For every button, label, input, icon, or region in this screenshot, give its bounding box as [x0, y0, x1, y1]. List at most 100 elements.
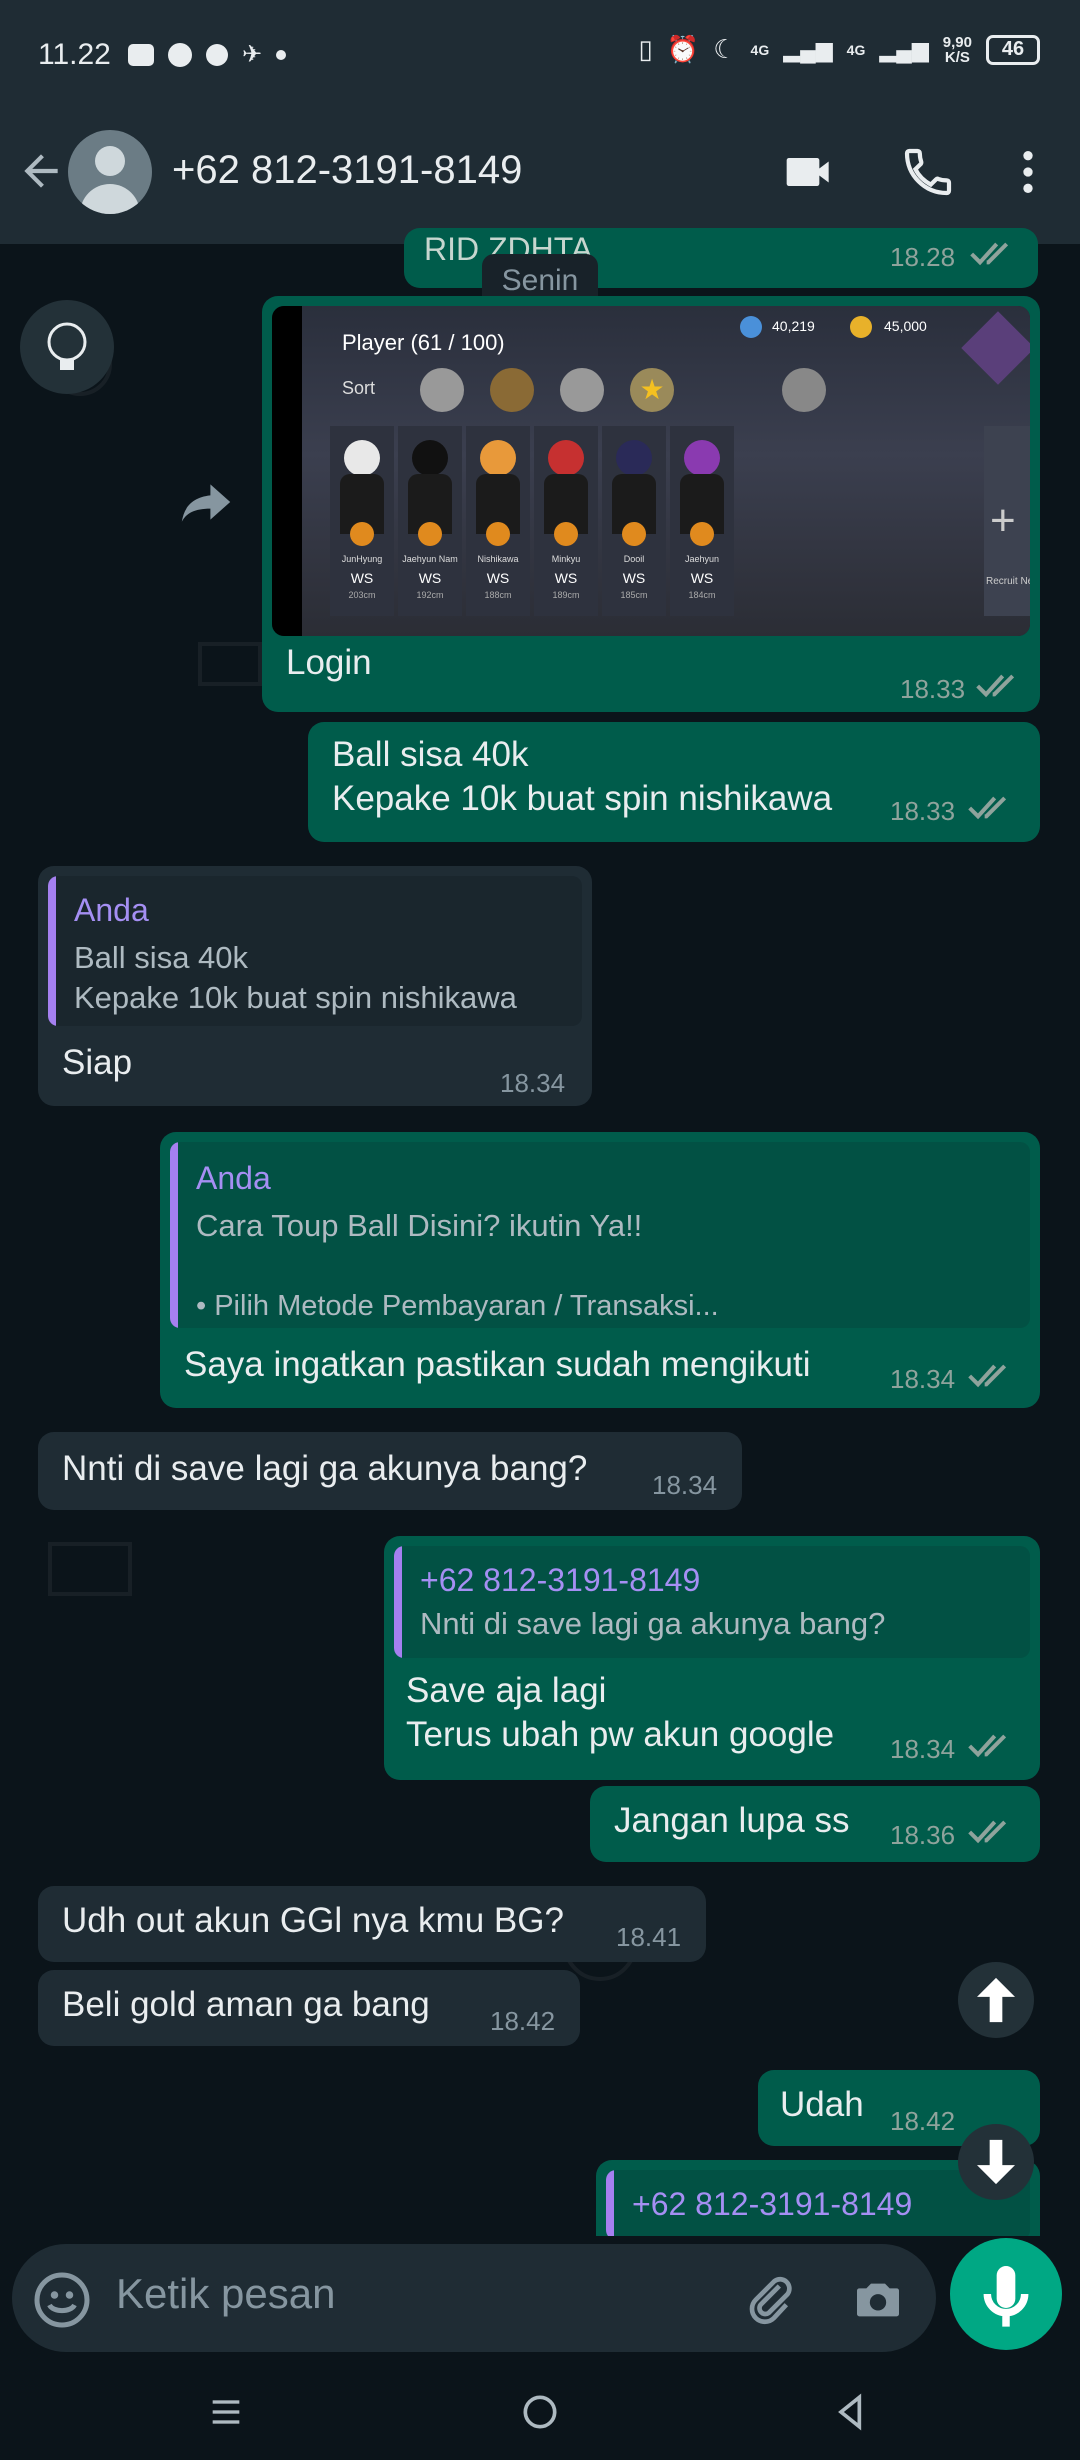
quote-line-2: • Pilih Metode Pembayaran / Transaksi...	[196, 1290, 719, 1322]
vibrate-icon: ▯	[638, 34, 653, 64]
double-check-icon	[968, 1820, 1007, 1844]
message-bubble[interactable]: Jangan lupa ss 18.36	[590, 1786, 1040, 1862]
message-input-placeholder: Ketik pesan	[116, 2270, 336, 2317]
sort-refresh-icon	[420, 368, 464, 412]
quote-bar	[48, 876, 56, 1026]
mic-icon	[983, 2266, 1029, 2327]
player-position: WS	[486, 570, 510, 586]
message-time: 18.36	[890, 1820, 956, 1850]
notification-icons: ✈	[128, 40, 287, 69]
message-time: 18.28	[890, 242, 956, 272]
message-bubble-incoming[interactable]: Beli gold aman ga bang 18.42	[38, 1970, 580, 2046]
player-position: WS	[418, 570, 442, 586]
message-bubble-incoming[interactable]: Udh out akun GGl nya kmu BG? 18.41	[38, 1886, 706, 1962]
net-speed: 9,90 K/S	[943, 35, 972, 65]
quote-author: +62 812-3191-8149	[420, 1562, 701, 1598]
quoted-message[interactable]: +62 812-3191-8149 Nnti di save lagi ga a…	[394, 1546, 1030, 1658]
player-card: Nishikawa WS 188cm	[466, 426, 530, 616]
double-check-icon	[968, 796, 1007, 820]
scroll-down-button[interactable]	[958, 2124, 1034, 2200]
moon-icon: ☾	[713, 34, 737, 64]
recent-apps-icon[interactable]	[206, 2392, 246, 2432]
signal-bars-icon: ▂▄▆	[783, 36, 833, 62]
message-text: Udah	[780, 2085, 864, 2124]
player-position: WS	[622, 570, 646, 586]
player-ball-badge	[350, 522, 374, 546]
quoted-message[interactable]: Anda Ball sisa 40k Kepake 10k buat spin …	[48, 876, 582, 1026]
avatar[interactable]	[68, 130, 152, 214]
player-ball-badge	[690, 522, 714, 546]
player-ball-badge	[554, 522, 578, 546]
double-check-icon	[976, 674, 1015, 698]
image-message-bubble[interactable]: Player (61 / 100) Sort ★ 40,219 45,000 J…	[262, 296, 1040, 712]
player-ball-badge	[486, 522, 510, 546]
message-bubble[interactable]: Anda Cara Toup Ball Disini? ikutin Ya!! …	[160, 1132, 1040, 1408]
signal-1: 4G	[750, 41, 770, 58]
net-speed-unit: K/S	[944, 48, 970, 66]
signal-2: 4G	[846, 41, 866, 58]
game-screenshot-image[interactable]: Player (61 / 100) Sort ★ 40,219 45,000 J…	[272, 306, 1030, 636]
video-call-icon[interactable]	[782, 144, 838, 200]
message-text: Beli gold aman ga bang	[62, 1985, 430, 2024]
player-height: 185cm	[620, 590, 648, 600]
back-nav-icon[interactable]	[830, 2390, 874, 2434]
attach-icon[interactable]	[742, 2272, 798, 2328]
arrow-up-icon	[977, 1977, 1015, 2023]
message-line-1: Save aja lagi	[406, 1671, 607, 1710]
player-ball-badge	[622, 522, 646, 546]
message-bubble-incoming[interactable]: Anda Ball sisa 40k Kepake 10k buat spin …	[38, 866, 592, 1106]
scroll-up-button[interactable]	[958, 1962, 1034, 2038]
camera-icon[interactable]	[850, 2272, 906, 2328]
battery-indicator: 46	[986, 34, 1040, 65]
status-time: 11.22	[38, 38, 111, 71]
player-height: 203cm	[348, 590, 376, 600]
player-position: WS	[350, 570, 374, 586]
quote-author: +62 812-3191-8149	[632, 2186, 913, 2222]
player-card: Jaehyun WS 184cm	[670, 426, 734, 616]
player-card: Minkyu WS 189cm	[534, 426, 598, 616]
message-time: 18.33	[900, 674, 966, 704]
back-arrow-icon[interactable]	[16, 146, 66, 196]
message-time: 18.42	[490, 2006, 556, 2036]
status-right: ▯ ⏰ ☾ 4G ▂▄▆ 4G ▂▄▆ 9,90 K/S 46	[639, 34, 1040, 65]
game-player-count: Player (61 / 100)	[342, 330, 505, 355]
message-bubble[interactable]: +62 812-3191-8149 Nnti di save lagi ga a…	[384, 1536, 1040, 1780]
recruit-card: + Recruit Ne	[984, 426, 1030, 616]
screenshot-edge	[272, 306, 302, 636]
message-bubble[interactable]: Ball sisa 40k Kepake 10k buat spin nishi…	[308, 722, 1040, 842]
ai-lightbulb-button[interactable]	[20, 300, 114, 394]
avatar-body-shape	[80, 184, 140, 214]
player-position: WS	[554, 570, 578, 586]
player-name: Jaehyun	[684, 554, 720, 564]
message-bubble-incoming[interactable]: Nnti di save lagi ga akunya bang? 18.34	[38, 1432, 742, 1510]
player-name: Dooil	[623, 554, 645, 564]
player-name: Nishikawa	[477, 554, 519, 564]
quote-line-1: Ball sisa 40k	[74, 940, 249, 975]
quote-bar	[170, 1142, 178, 1328]
emoji-icon[interactable]	[32, 2270, 92, 2330]
quote-bar	[394, 1546, 402, 1658]
voice-record-button[interactable]	[950, 2238, 1062, 2350]
player-figure	[412, 440, 448, 476]
player-figure	[548, 440, 584, 476]
player-name: Jaehyun Nam	[402, 554, 458, 564]
chat-header: +62 812-3191-8149	[0, 100, 1080, 244]
player-height: 192cm	[416, 590, 444, 600]
contact-name[interactable]: +62 812-3191-8149	[172, 148, 522, 193]
recruit-label: Recruit Ne	[986, 576, 1030, 587]
sort-delete-icon	[782, 368, 826, 412]
player-figure	[616, 440, 652, 476]
lightbulb-icon	[47, 322, 87, 370]
quoted-message[interactable]: Anda Cara Toup Ball Disini? ikutin Ya!! …	[170, 1142, 1030, 1328]
double-check-icon	[970, 242, 1009, 266]
gold-currency-icon	[850, 316, 872, 338]
quote-line-1: Nnti di save lagi ga akunya bang?	[420, 1606, 886, 1641]
system-navigation-bar	[0, 2366, 1080, 2460]
forward-icon[interactable]	[178, 480, 234, 524]
player-card: Jaehyun Nam WS 192cm	[398, 426, 462, 616]
message-time: 18.41	[616, 1922, 682, 1952]
player-height: 189cm	[552, 590, 580, 600]
home-icon[interactable]	[518, 2390, 562, 2434]
more-vert-icon[interactable]	[1000, 144, 1056, 200]
phone-icon[interactable]	[900, 144, 956, 200]
